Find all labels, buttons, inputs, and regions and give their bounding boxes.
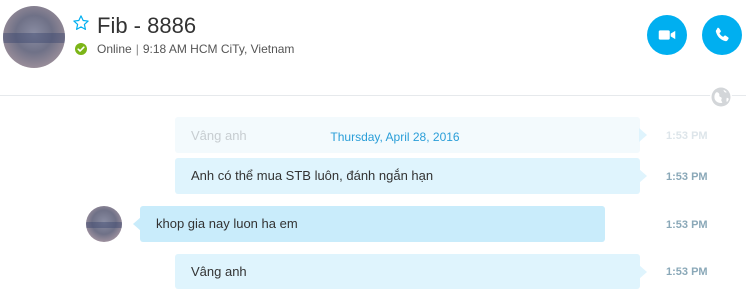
video-camera-icon	[656, 24, 678, 46]
message-bubble-incoming[interactable]: khop gia nay luon ha em	[133, 206, 605, 242]
online-status-icon	[75, 43, 87, 55]
sender-avatar[interactable]	[86, 206, 122, 242]
header-divider	[0, 95, 746, 96]
local-time: 9:18 AM HCM CiTy, Vietnam	[142, 42, 295, 56]
status-line: Online | 9:18 AM HCM CiTy, Vietnam	[97, 42, 294, 57]
message-time: 1:53 PM	[666, 130, 708, 142]
message-time: 1:53 PM	[666, 171, 708, 183]
message-text: Anh có thể mua STB luôn, đánh ngắn hạn	[191, 168, 434, 183]
video-call-button[interactable]	[647, 15, 687, 55]
chat-window: Fib - 8886 Online | 9:18 AM HCM CiTy, Viet…	[0, 0, 746, 291]
status-separator: |	[135, 42, 139, 56]
message-bubble-outgoing[interactable]: Vâng anh	[175, 254, 647, 289]
contact-avatar[interactable]	[3, 6, 65, 68]
translator-globe-icon[interactable]	[710, 86, 732, 108]
phone-icon	[712, 25, 732, 45]
presence-status: Online	[97, 42, 132, 56]
audio-call-button[interactable]	[702, 15, 742, 55]
contact-name: Fib - 8886	[97, 13, 197, 38]
message-text: Vâng anh	[191, 263, 247, 279]
message-time: 1:53 PM	[666, 266, 708, 278]
message-bubble-outgoing[interactable]: Anh có thể mua STB luôn, đánh ngắn hạn	[175, 158, 647, 194]
date-separator: Thursday, April 28, 2016	[330, 130, 460, 144]
favorite-star-icon[interactable]	[72, 14, 90, 32]
message-text: khop gia nay luon ha em	[156, 216, 298, 231]
message-time: 1:53 PM	[666, 219, 708, 231]
